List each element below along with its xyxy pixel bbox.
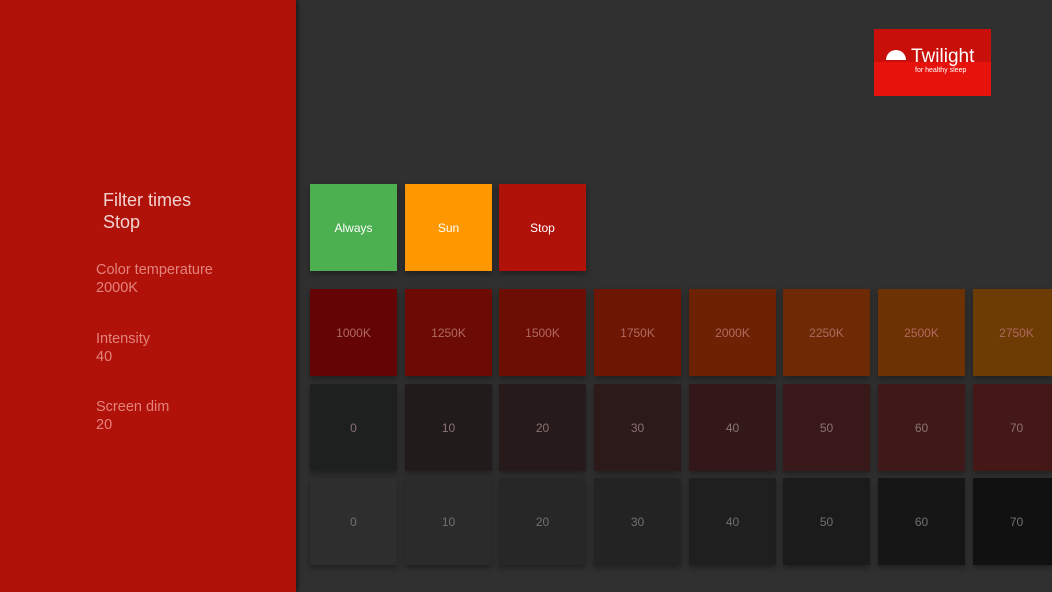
tile-label: 10 xyxy=(441,514,456,529)
tile-label: 20 xyxy=(535,514,550,529)
tile-label: 1000K xyxy=(336,325,371,340)
intensity-value: 40 xyxy=(96,349,113,365)
intensity-tile[interactable]: 20 xyxy=(499,384,586,471)
tile-label: 10 xyxy=(441,420,456,435)
tile-label: 40 xyxy=(725,514,740,529)
intensity-setting: Intensity 40 xyxy=(96,330,150,366)
tile-label: 70 xyxy=(1009,514,1024,529)
filter-times-value: Stop xyxy=(103,212,141,232)
tile-label: 60 xyxy=(914,514,929,529)
screen-dim-value: 20 xyxy=(96,417,113,433)
screen-dim-setting: Screen dim 20 xyxy=(96,398,169,434)
screen-dim-tile[interactable]: 70 xyxy=(973,478,1052,565)
tile-label: 2000K xyxy=(715,325,750,340)
mode-always-label: Always xyxy=(334,220,373,235)
color-temperature-value: 2000K xyxy=(96,280,138,296)
tile-label: 0 xyxy=(350,420,357,435)
screen-dim-tile[interactable]: 30 xyxy=(594,478,681,565)
intensity-tile[interactable]: 40 xyxy=(689,384,776,471)
screen-dim-tile[interactable]: 10 xyxy=(405,478,492,565)
mode-stop-label: Stop xyxy=(530,220,555,235)
color-temperature-tile[interactable]: 2500K xyxy=(878,289,965,376)
tile-label: 1750K xyxy=(620,325,655,340)
tile-label: 70 xyxy=(1009,420,1024,435)
color-temperature-tile[interactable]: 2000K xyxy=(689,289,776,376)
tile-label: 30 xyxy=(630,420,645,435)
tile-label: 1250K xyxy=(431,325,466,340)
screen-dim-tile[interactable]: 50 xyxy=(783,478,870,565)
mode-always-button[interactable]: Always xyxy=(310,184,397,271)
color-temperature-tile[interactable]: 2250K xyxy=(783,289,870,376)
color-temperature-tile[interactable]: 1000K xyxy=(310,289,397,376)
tile-label: 50 xyxy=(819,420,834,435)
logo-tagline: for healthy sleep xyxy=(915,67,967,74)
mode-sun-button[interactable]: Sun xyxy=(405,184,492,271)
tile-label: 60 xyxy=(914,420,929,435)
filter-times-heading: Filter times Stop xyxy=(103,189,191,233)
mode-stop-button[interactable]: Stop xyxy=(499,184,586,271)
screen-dim-tile[interactable]: 20 xyxy=(499,478,586,565)
tile-label: 1500K xyxy=(525,325,560,340)
tile-label: 2750K xyxy=(999,325,1034,340)
intensity-tile[interactable]: 50 xyxy=(783,384,870,471)
tile-label: 0 xyxy=(350,514,357,529)
tile-label: 20 xyxy=(535,420,550,435)
intensity-tile[interactable]: 0 xyxy=(310,384,397,471)
sidebar: Filter times Stop Color temperature 2000… xyxy=(0,0,296,592)
intensity-label: Intensity xyxy=(96,331,150,347)
screen-dim-tile[interactable]: 0 xyxy=(310,478,397,565)
tile-label: 50 xyxy=(819,514,834,529)
intensity-tile[interactable]: 70 xyxy=(973,384,1052,471)
screen-dim-tile[interactable]: 60 xyxy=(878,478,965,565)
color-temperature-tile[interactable]: 1500K xyxy=(499,289,586,376)
screen-dim-tile[interactable]: 40 xyxy=(689,478,776,565)
intensity-tile[interactable]: 10 xyxy=(405,384,492,471)
tile-label: 30 xyxy=(630,514,645,529)
tile-label: 2250K xyxy=(809,325,844,340)
tile-label: 2500K xyxy=(904,325,939,340)
color-temperature-label: Color temperature xyxy=(96,262,213,278)
screen-dim-label: Screen dim xyxy=(96,399,170,415)
twilight-logo: Twilight for healthy sleep xyxy=(874,29,991,96)
color-temperature-tile[interactable]: 1750K xyxy=(594,289,681,376)
intensity-tile[interactable]: 30 xyxy=(594,384,681,471)
color-temperature-tile[interactable]: 1250K xyxy=(405,289,492,376)
color-temperature-setting: Color temperature 2000K xyxy=(96,261,213,297)
color-temperature-tile[interactable]: 2750K xyxy=(973,289,1052,376)
intensity-tile[interactable]: 60 xyxy=(878,384,965,471)
tile-label: 40 xyxy=(725,420,740,435)
filter-times-title: Filter times xyxy=(103,190,192,210)
logo-name: Twilight xyxy=(911,46,975,67)
mode-sun-label: Sun xyxy=(437,220,460,235)
